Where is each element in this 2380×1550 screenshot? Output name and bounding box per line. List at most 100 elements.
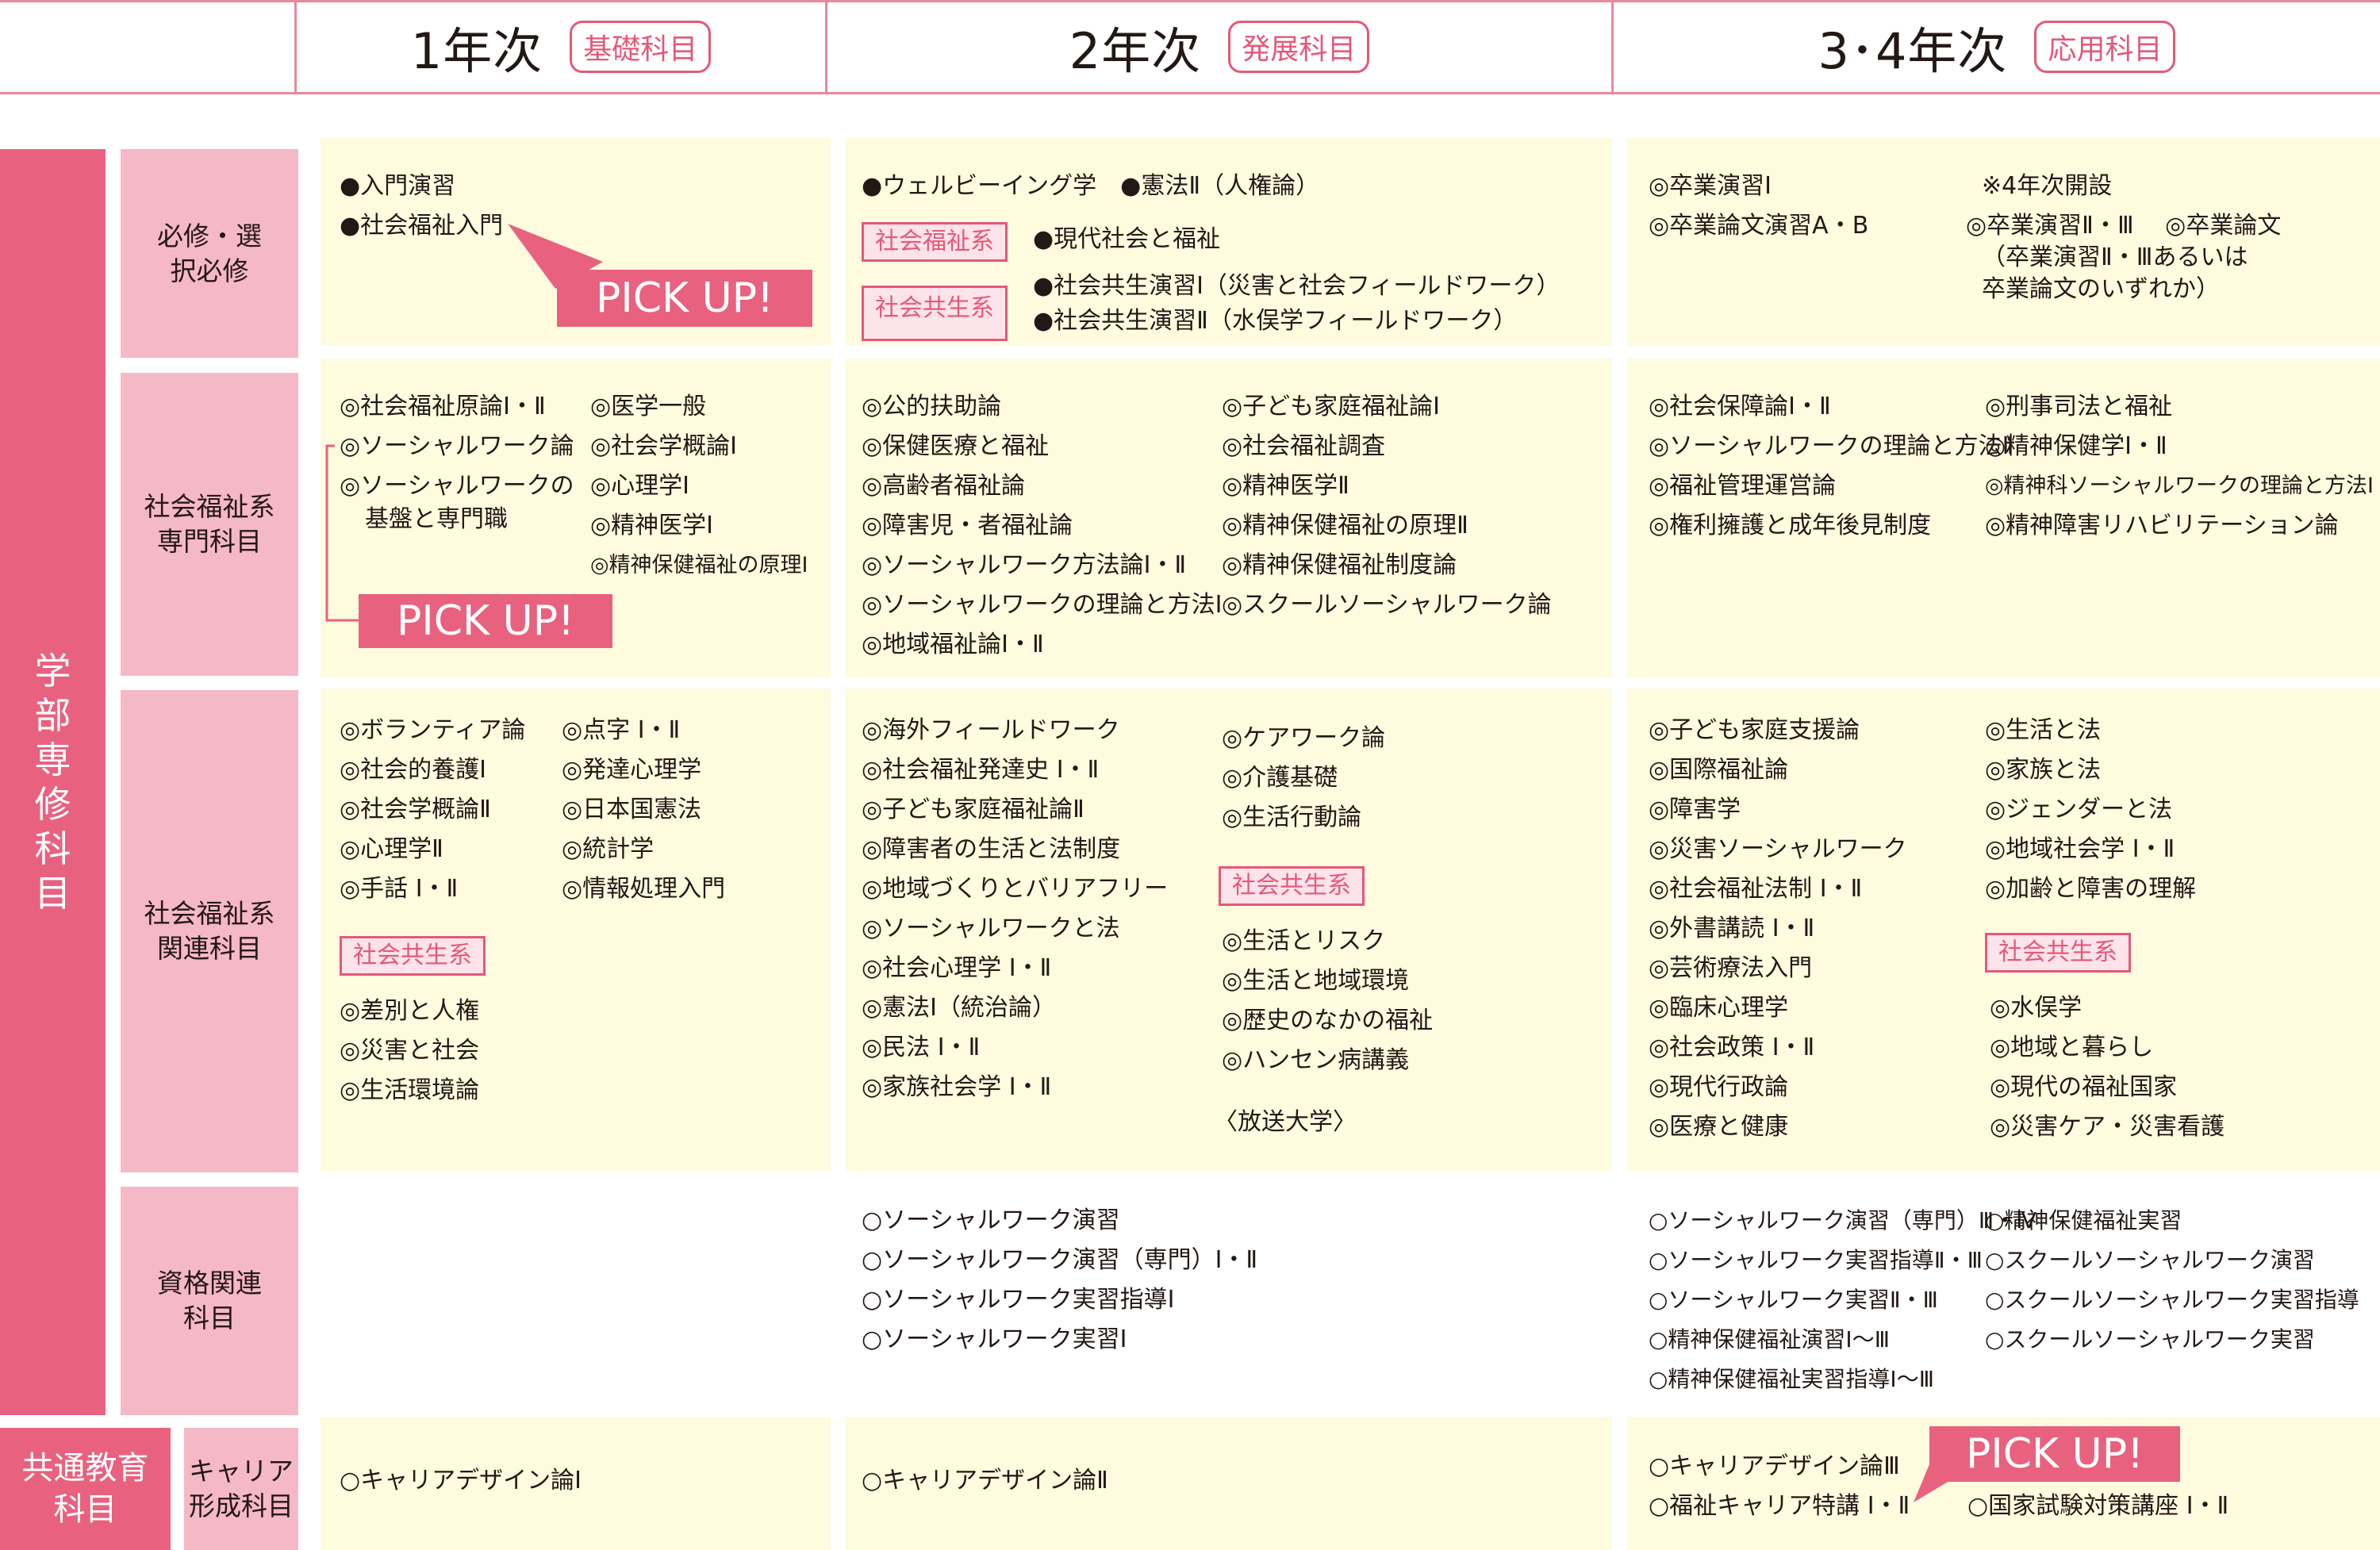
course-item: ◎ジェンダーと法	[1985, 796, 2173, 823]
course-item: ◎地域社会学 Ⅰ・Ⅱ	[1985, 835, 2175, 863]
year1-tag: 基礎科目	[570, 21, 712, 73]
course-item: 基盤と専門職	[365, 505, 508, 533]
tag-fukushi: 社会福祉系	[862, 222, 1008, 262]
row2-label: 社会福祉系専門科目	[144, 491, 275, 557]
course-item: ◎臨床心理学	[1649, 994, 1789, 1022]
course-item: ◎社会心理学 Ⅰ・Ⅱ	[862, 954, 1052, 982]
row-label-career: キャリア形成科目	[184, 1428, 298, 1550]
row-label-qualification: 資格関連科目	[121, 1187, 298, 1415]
year1-label: 1年次	[410, 22, 543, 80]
course-item: （卒業演習Ⅱ・Ⅲあるいは	[1982, 244, 2248, 271]
course-item: ◎民法 Ⅰ・Ⅱ	[862, 1034, 981, 1061]
course-item: ◎ソーシャルワークの理論と方法Ⅱ	[1649, 432, 2014, 460]
course-item: ◎家族と法	[1985, 756, 2102, 784]
year3-tag: 応用科目	[2034, 21, 2176, 73]
course-item: ◎社会福祉原論Ⅰ・Ⅱ	[340, 393, 546, 420]
course-item: ◎生活とリスク	[1222, 927, 1386, 955]
course-item: ◎社会学概論Ⅰ	[590, 432, 738, 460]
course-item: ◎卒業論文演習A・B	[1649, 212, 1869, 240]
course-item: ○キャリアデザイン論Ⅲ	[1649, 1452, 1900, 1480]
course-item: ◎災害ケア・災害看護	[1990, 1113, 2225, 1141]
row5-label: キャリア形成科目	[189, 1456, 294, 1521]
course-item: ◎社会学概論Ⅱ	[340, 796, 491, 823]
course-item: ◎手話 Ⅰ・Ⅱ	[340, 875, 459, 903]
common-label-block: 共通教育科目	[0, 1428, 171, 1550]
course-item: ●社会福祉入門	[340, 212, 504, 240]
course-item: ●社会共生演習Ⅰ（災害と社会フィールドワーク）	[1033, 272, 1560, 300]
course-item: ◎医療と健康	[1649, 1113, 1789, 1141]
course-item: ◎歴史のなかの福祉	[1222, 1007, 1434, 1034]
course-item: ◎生活と法	[1985, 716, 2102, 744]
course-item: ○精神保健福祉実習指導Ⅰ〜Ⅲ	[1649, 1366, 1934, 1392]
course-item: ◎保健医療と福祉	[862, 432, 1050, 460]
course-item: ◎海外フィールドワーク	[862, 716, 1120, 744]
course-item: ◎精神障害リハビリテーション論	[1985, 512, 2339, 539]
course-item: ※4年次開設	[1982, 172, 2113, 200]
row-label-required: 必修・選択必修	[121, 149, 298, 358]
course-item: ○ソーシャルワーク実習Ⅱ・Ⅲ	[1649, 1287, 1938, 1313]
tag-kyosei: 社会共生系	[1219, 866, 1365, 906]
course-item: ◎精神保健福祉の原理Ⅰ	[590, 553, 808, 577]
course-item: ◎卒業演習Ⅱ・Ⅲ ◎卒業論文	[1966, 212, 2282, 240]
course-item: ◎地域と暮らし	[1990, 1034, 2154, 1061]
course-item: ◎水俣学	[1990, 994, 2082, 1022]
cell-r1-y3	[1627, 138, 2380, 346]
course-item: ◎介護基礎	[1222, 764, 1338, 792]
course-item: ◎ソーシャルワークの理論と方法Ⅰ	[862, 591, 1223, 619]
course-item: ◎精神医学Ⅰ	[590, 512, 714, 539]
course-item: ◎ソーシャルワークと法	[862, 915, 1120, 942]
course-item: ○スクールソーシャルワーク演習	[1985, 1247, 2315, 1273]
course-item: ◎生活環境論	[340, 1076, 480, 1104]
course-item: ◎情報処理入門	[562, 875, 726, 903]
year2-tag: 発展科目	[1228, 21, 1370, 73]
row4-label: 資格関連科目	[157, 1268, 262, 1333]
header-year2: 2年次 発展科目	[827, 0, 1611, 94]
course-item: ◎生活行動論	[1222, 804, 1362, 831]
row3-label: 社会福祉系関連科目	[144, 898, 275, 964]
row1-label: 必修・選択必修	[157, 220, 262, 286]
course-item: ◎ソーシャルワーク論	[340, 432, 574, 460]
course-item: ◎社会福祉調査	[1222, 432, 1386, 460]
course-item: ◎障害者の生活と法制度	[862, 835, 1121, 863]
course-item: ◎精神保健福祉の原理Ⅱ	[1222, 512, 1468, 539]
course-item: ○精神保健福祉演習Ⅰ〜Ⅲ	[1649, 1326, 1890, 1352]
course-item: ◎家族社会学 Ⅰ・Ⅱ	[862, 1073, 1052, 1101]
course-item: ◎心理学Ⅱ	[340, 835, 443, 863]
tag-kyosei: 社会共生系	[862, 286, 1008, 341]
faculty-label-block: 学部専修科目	[0, 149, 106, 1415]
course-item: ○ソーシャルワーク実習Ⅰ	[862, 1326, 1127, 1353]
row-label-specialized: 社会福祉系専門科目	[121, 373, 298, 676]
course-item: ◎子ども家庭支援論	[1649, 716, 1860, 744]
course-item: ◎発達心理学	[562, 756, 702, 784]
course-item: ◎生活と地域環境	[1222, 967, 1410, 995]
course-item: ◎災害ソーシャルワーク	[1649, 835, 1907, 863]
year2-label: 2年次	[1069, 22, 1202, 80]
course-item: ◎子ども家庭福祉論Ⅱ	[862, 796, 1084, 823]
course-item: 卒業論文のいずれか）	[1982, 275, 2220, 303]
course-item: ◎ハンセン病講義	[1222, 1046, 1410, 1074]
course-item: ◎精神保健福祉制度論	[1222, 551, 1457, 579]
course-item: ◎社会政策 Ⅰ・Ⅱ	[1649, 1034, 1815, 1061]
course-item: ◎社会福祉法制 Ⅰ・Ⅱ	[1649, 875, 1863, 903]
pickup-badge: PICK UP!	[557, 270, 812, 327]
course-item: ◎心理学Ⅰ	[590, 472, 690, 500]
course-item: ○ソーシャルワーク演習（専門）Ⅰ・Ⅱ	[862, 1246, 1258, 1274]
course-item: ○キャリアデザイン論Ⅰ	[340, 1467, 582, 1494]
course-item: ◎地域福祉論Ⅰ・Ⅱ	[862, 631, 1044, 658]
course-item: ◎権利擁護と成年後見制度	[1649, 512, 1932, 539]
course-item: ◎障害学	[1649, 796, 1741, 823]
course-item: ○精神保健福祉実習	[1985, 1207, 2182, 1233]
course-item: ◎精神医学Ⅱ	[1222, 472, 1349, 500]
course-item: ◎ボランティア論	[340, 716, 526, 744]
course-item: ◎現代の福祉国家	[1990, 1073, 2178, 1101]
course-item: ●現代社会と福祉	[1033, 225, 1221, 253]
pickup-badge: PICK UP!	[1929, 1426, 2180, 1482]
pickup-badge: PICK UP!	[359, 594, 612, 648]
faculty-label: 学部専修科目	[34, 650, 71, 915]
common-label: 共通教育科目	[21, 1450, 149, 1528]
course-item: ○国家試験対策講座 Ⅰ・Ⅱ	[1967, 1492, 2229, 1520]
course-item: ◎高齢者福祉論	[862, 472, 1026, 500]
course-item: ●ウェルビーイング学 ●憲法Ⅱ（人権論）	[862, 172, 1320, 200]
header-year3: 3･4年次 応用科目	[1614, 0, 2380, 94]
course-item: ◎卒業演習Ⅰ	[1649, 172, 1772, 200]
